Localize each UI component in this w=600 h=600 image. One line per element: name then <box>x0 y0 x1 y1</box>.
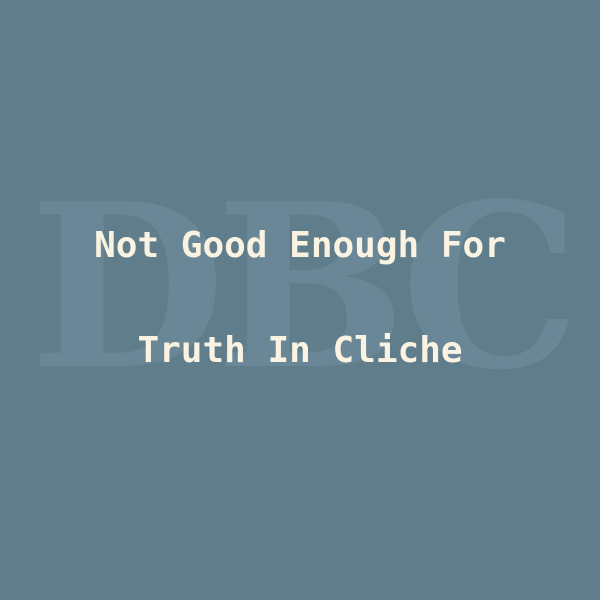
cover-canvas: DBC Not Good Enough For Truth In Cliche <box>0 0 600 600</box>
title-line-2: Truth In Cliche <box>137 330 463 371</box>
title-line-1: Not Good Enough For <box>94 225 506 266</box>
